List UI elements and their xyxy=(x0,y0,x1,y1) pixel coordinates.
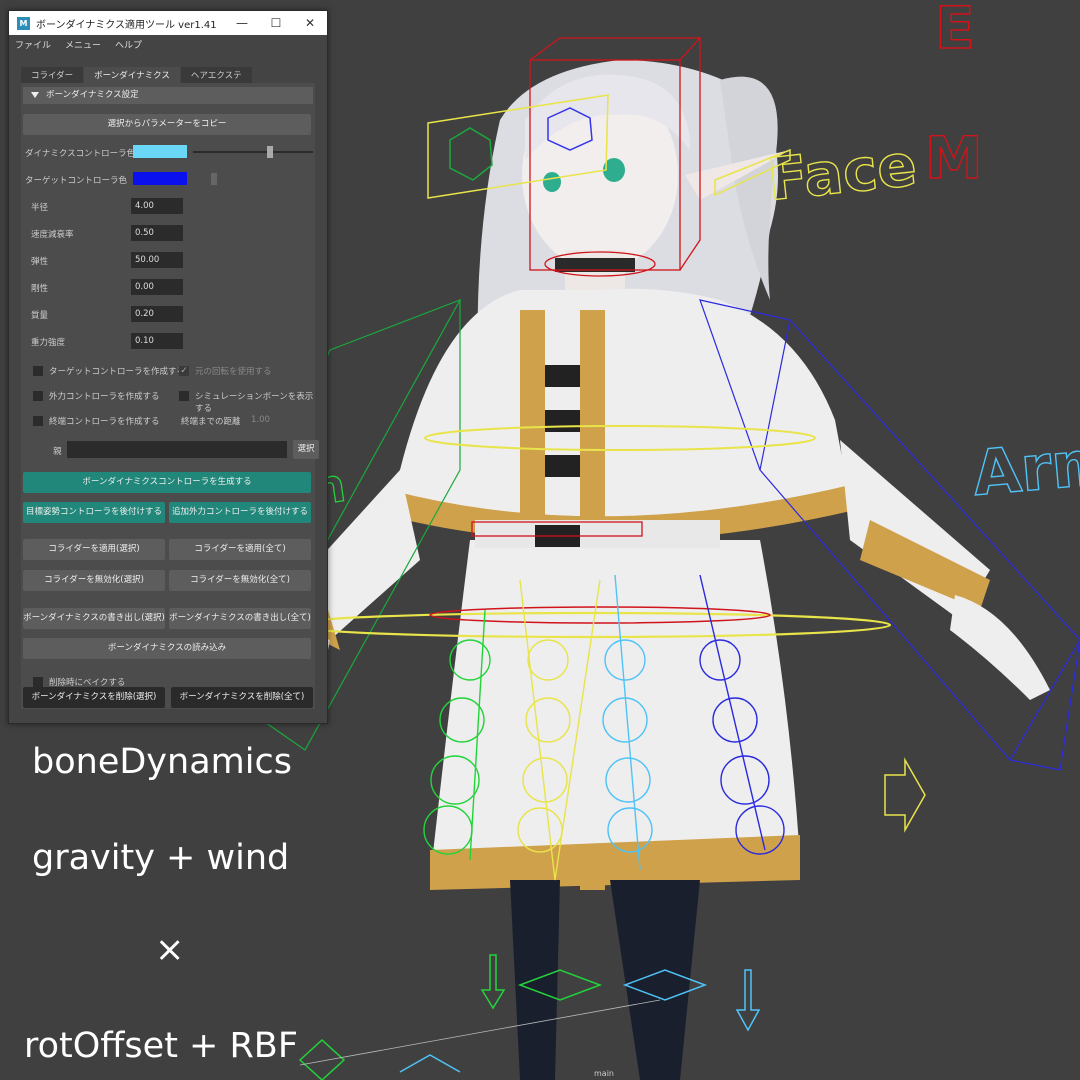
param-label-mass: 質量 xyxy=(31,311,49,321)
menu-help[interactable]: ヘルプ xyxy=(115,38,142,51)
param-label-stiffness: 剛性 xyxy=(31,284,49,294)
export-all-button[interactable]: ボーンダイナミクスの書き出し(全て) xyxy=(169,608,311,629)
dynamics-color-swatch[interactable] xyxy=(133,145,187,158)
leg-right xyxy=(610,880,700,1080)
export-selected-button[interactable]: ボーンダイナミクスの書き出し(選択) xyxy=(23,608,165,629)
target-color-swatch[interactable] xyxy=(133,172,187,185)
disable-collider-all-button[interactable]: コライダーを無効化(全て) xyxy=(169,570,311,591)
param-label-gravity: 重力強度 xyxy=(31,338,66,348)
create-target-label: ターゲットコントローラを作成する xyxy=(49,367,186,377)
create-external-label: 外力コントローラを作成する xyxy=(49,392,160,402)
caption-rotoffset-rbf: rotOffset + RBF xyxy=(24,1026,298,1066)
label-m: M xyxy=(925,124,983,192)
title-bar[interactable]: M ボーンダイナミクス適用ツール ver1.41 — ☐ ✕ xyxy=(9,11,327,35)
menu-menu[interactable]: メニュー xyxy=(65,38,101,51)
hand-right xyxy=(950,595,1050,700)
target-color-label: ターゲットコントローラ色 xyxy=(25,176,128,186)
menu-bar: ファイル メニュー ヘルプ xyxy=(9,35,327,53)
parent-label: 親 xyxy=(53,447,62,457)
show-sim-bones-label: シミュレーションボーンを表示する xyxy=(195,392,314,414)
attach-target-button[interactable]: 目標姿勢コントローラを後付けする xyxy=(23,502,165,523)
target-color-slider-knob[interactable] xyxy=(211,173,217,185)
param-label-elasticity: 弾性 xyxy=(31,257,49,267)
settings-section-header[interactable]: ボーンダイナミクス設定 xyxy=(23,87,313,104)
gravity-field[interactable]: 0.10 xyxy=(131,333,183,349)
use-original-rotation-checkbox[interactable]: ✓ xyxy=(179,366,189,376)
section-title: ボーンダイナミクス設定 xyxy=(46,90,139,100)
tab-bar: コライダー ボーンダイナミクス ヘアエクステ xyxy=(21,67,317,83)
stiffness-field[interactable]: 0.00 xyxy=(131,279,183,295)
apply-collider-all-button[interactable]: コライダーを適用(全て) xyxy=(169,539,311,560)
dynamics-color-slider[interactable] xyxy=(193,151,313,153)
damping-field[interactable]: 0.50 xyxy=(131,225,183,241)
delete-selected-button[interactable]: ボーンダイナミクスを削除(選択) xyxy=(23,687,165,708)
disable-collider-selected-button[interactable]: コライダーを無効化(選択) xyxy=(23,570,165,591)
create-external-checkbox[interactable] xyxy=(33,391,43,401)
camera-label: main xyxy=(594,1069,614,1078)
end-distance-field[interactable]: 1.00 xyxy=(251,415,270,425)
eye-left xyxy=(543,172,561,192)
tab-bone-dynamics[interactable]: ボーンダイナミクス xyxy=(84,67,180,83)
bone-dynamics-panel: ボーンダイナミクス設定 選択からパラメーターをコピー ダイナミクスコントローラ色… xyxy=(21,83,319,709)
bake-on-delete-checkbox[interactable] xyxy=(33,677,43,687)
window-title: ボーンダイナミクス適用ツール ver1.41 xyxy=(36,19,217,31)
param-label-radius: 半径 xyxy=(31,203,49,213)
copy-params-button[interactable]: 選択からパラメーターをコピー xyxy=(23,114,311,135)
elasticity-field[interactable]: 50.00 xyxy=(131,252,183,268)
attach-external-button[interactable]: 追加外力コントローラを後付けする xyxy=(169,502,311,523)
minimize-button[interactable]: — xyxy=(225,11,259,35)
label-face: Face xyxy=(764,131,919,214)
label-arm-right: Arm xyxy=(970,425,1080,510)
parent-select-button[interactable]: 選択 xyxy=(293,440,319,459)
collapse-triangle-icon xyxy=(31,91,39,98)
create-end-label: 終端コントローラを作成する xyxy=(49,417,160,427)
radius-field[interactable]: 4.00 xyxy=(131,198,183,214)
create-target-checkbox[interactable] xyxy=(33,366,43,376)
close-button[interactable]: ✕ xyxy=(293,11,327,35)
menu-file[interactable]: ファイル xyxy=(15,38,51,51)
import-button[interactable]: ボーンダイナミクスの読み込み xyxy=(23,638,311,659)
mass-field[interactable]: 0.20 xyxy=(131,306,183,322)
tab-collider[interactable]: コライダー xyxy=(21,67,84,83)
create-end-checkbox[interactable] xyxy=(33,416,43,426)
apply-collider-selected-button[interactable]: コライダーを適用(選択) xyxy=(23,539,165,560)
caption-times: × xyxy=(155,930,185,970)
show-sim-bones-checkbox[interactable] xyxy=(179,391,189,401)
parent-field[interactable] xyxy=(67,441,287,458)
maya-app-icon: M xyxy=(17,16,30,30)
dynamics-color-slider-knob[interactable] xyxy=(267,146,273,158)
caption-bonedynamics: boneDynamics xyxy=(32,742,292,782)
cape xyxy=(390,288,850,533)
maximize-button[interactable]: ☐ xyxy=(259,11,293,35)
end-distance-label: 終端までの距離 xyxy=(181,417,241,427)
param-label-damping: 速度減衰率 xyxy=(31,230,74,240)
caption-gravity-wind: gravity + wind xyxy=(32,838,290,878)
generate-controller-button[interactable]: ボーンダイナミクスコントローラを生成する xyxy=(23,472,311,493)
use-original-rotation-label: 元の回転を使用する xyxy=(195,367,272,377)
label-e: E xyxy=(935,0,975,62)
dynamics-color-label: ダイナミクスコントローラ色 xyxy=(25,149,136,159)
bone-dynamics-tool-window: M ボーンダイナミクス適用ツール ver1.41 — ☐ ✕ ファイル メニュー… xyxy=(8,10,328,724)
skirt xyxy=(430,540,800,880)
delete-all-button[interactable]: ボーンダイナミクスを削除(全て) xyxy=(171,687,313,708)
tab-hair-extension[interactable]: ヘアエクステ xyxy=(180,67,252,83)
